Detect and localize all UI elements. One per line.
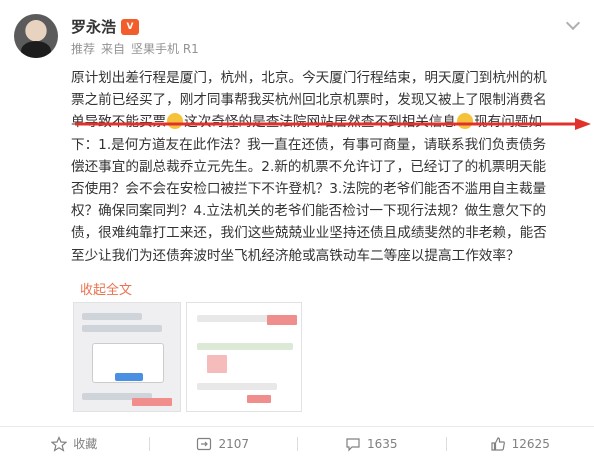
comment-button[interactable]: 1635 bbox=[297, 427, 446, 460]
post-meta: 推荐 来自 坚果手机 R1 bbox=[71, 40, 199, 57]
author-row: 罗永浩 V bbox=[71, 16, 140, 37]
smirk-emoji-icon bbox=[457, 113, 474, 130]
post-line: 权？确保同案同判？4.立法机关的老爷们能否检讨一下现行法规？做生意欠下的 bbox=[71, 203, 547, 220]
post-line: 否使用？会不会在安检口被拦下不许登机？3.法院的老爷们能否不滥用自主裁量 bbox=[71, 181, 547, 198]
post-line: 偿还事宜的副总裁乔立元先生。2.新的机票不允许订了，已经订了的机票明天能 bbox=[71, 158, 547, 175]
meta-device[interactable]: 坚果手机 R1 bbox=[131, 40, 199, 57]
laugh-cry-emoji-icon bbox=[167, 113, 184, 130]
post-text: 这次奇怪的是查法院网站居然查不到相关信息 bbox=[184, 114, 457, 131]
thumbs-up-icon bbox=[491, 436, 505, 451]
favorite-button[interactable]: 收藏 bbox=[0, 427, 149, 460]
comment-count: 1635 bbox=[366, 436, 398, 451]
post-text: 单导致不能买票 bbox=[71, 114, 167, 131]
comment-icon bbox=[346, 437, 360, 451]
post-line: 债，很难纯靠打工来还，我们这些兢兢业业坚持还债且成绩斐然的非老赖，能否 bbox=[71, 225, 547, 242]
screenshot-image[interactable] bbox=[186, 302, 302, 412]
repost-icon bbox=[197, 437, 212, 450]
post-text: 现有问题如 bbox=[474, 114, 542, 131]
repost-button[interactable]: 2107 bbox=[148, 427, 298, 460]
post-line: 原计划出差行程是厦门，杭州，北京。今天厦门行程结束，明天厦门到杭州的机 bbox=[71, 70, 547, 86]
collapse-text-link[interactable]: 收起全文 bbox=[80, 279, 132, 298]
avatar[interactable] bbox=[14, 14, 58, 58]
post-line: 至少让我们为还债奔波时坐飞机经济舱或高铁动车二等座以提高工作效率？ bbox=[71, 247, 520, 264]
action-bar: 收藏 2107 1635 12625 bbox=[0, 426, 594, 460]
post-line: 票之前已经买了，刚才同事帮我买杭州回北京机票时，发现又被上了限制消费名 bbox=[71, 92, 547, 109]
star-icon bbox=[51, 435, 68, 452]
post-content: 原计划出差行程是厦门，杭州，北京。今天厦门行程结束，明天厦门到杭州的机 票之前已… bbox=[71, 67, 583, 267]
like-count: 12625 bbox=[511, 436, 550, 451]
repost-count: 2107 bbox=[218, 436, 250, 451]
screenshot-image[interactable] bbox=[73, 302, 181, 412]
favorite-label: 收藏 bbox=[73, 437, 98, 451]
meta-label: 推荐 bbox=[71, 42, 96, 56]
post-line: 下：1.是何方道友在此作法？我一直在还债，有事可商量，请联系我们负责债务 bbox=[71, 136, 547, 153]
author-name[interactable]: 罗永浩 bbox=[71, 16, 116, 37]
verified-badge-icon: V bbox=[121, 18, 140, 35]
like-button[interactable]: 12625 bbox=[445, 427, 594, 460]
meta-from: 来自 bbox=[101, 42, 126, 56]
chevron-down-icon[interactable] bbox=[565, 15, 581, 31]
post-line: 单导致不能买票 这次奇怪的是查法院网站居然查不到相关信息 现有问题如 bbox=[71, 111, 583, 133]
